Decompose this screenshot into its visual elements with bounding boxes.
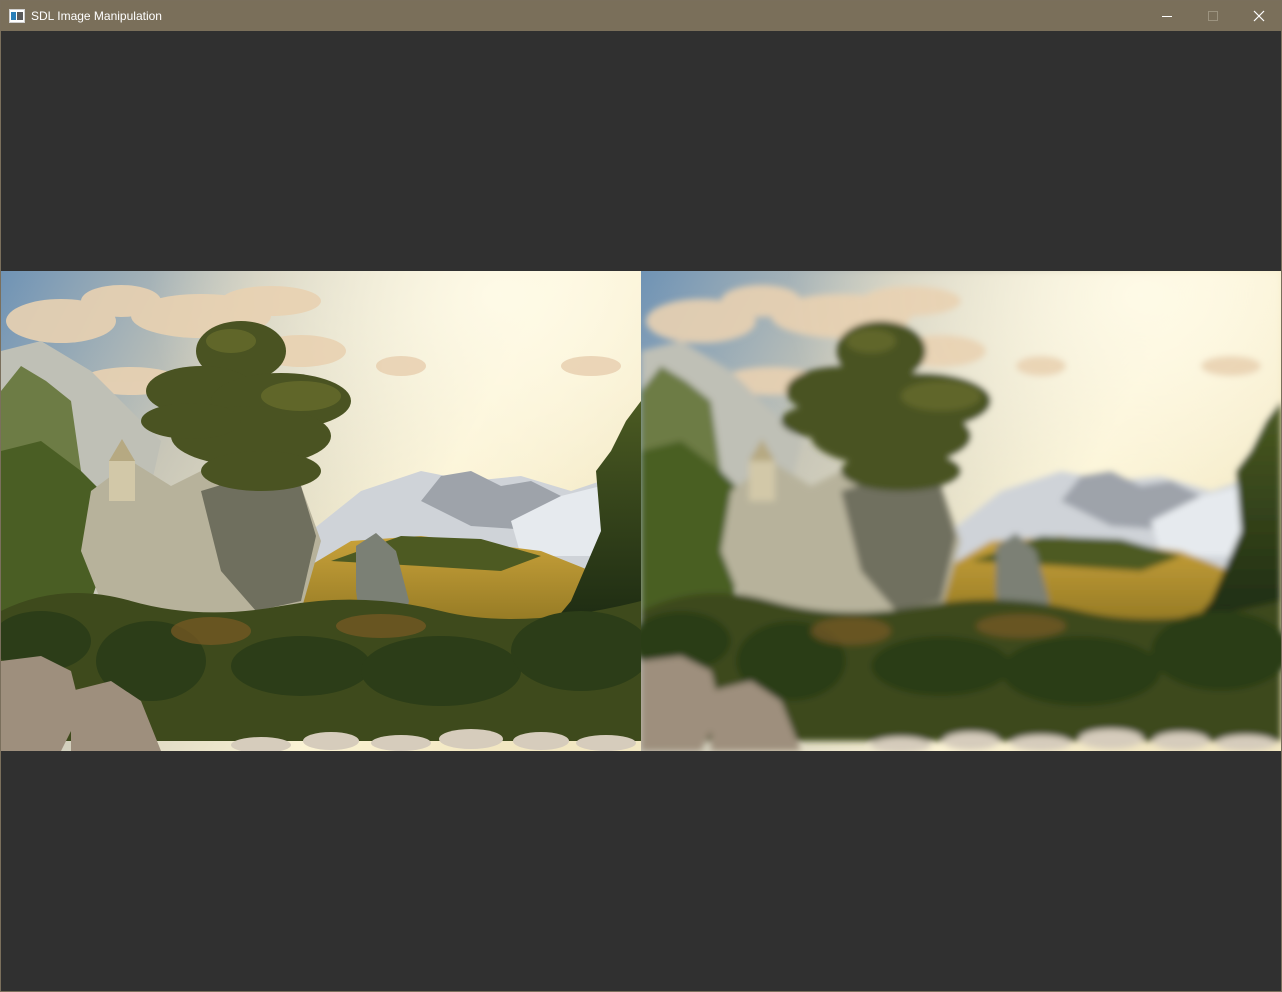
minimize-button[interactable] (1144, 1, 1190, 31)
render-area (1, 31, 1281, 991)
close-button[interactable] (1236, 1, 1282, 31)
title-bar[interactable]: SDL Image Manipulation (1, 1, 1281, 31)
window-title: SDL Image Manipulation (31, 9, 162, 23)
minimize-icon (1162, 16, 1172, 17)
app-window: SDL Image Manipulation (0, 0, 1282, 992)
maximize-icon (1208, 11, 1218, 21)
original-image (1, 271, 641, 751)
maximize-button[interactable] (1190, 1, 1236, 31)
close-icon (1253, 10, 1265, 22)
app-icon (9, 9, 25, 23)
processed-image (641, 271, 1281, 751)
